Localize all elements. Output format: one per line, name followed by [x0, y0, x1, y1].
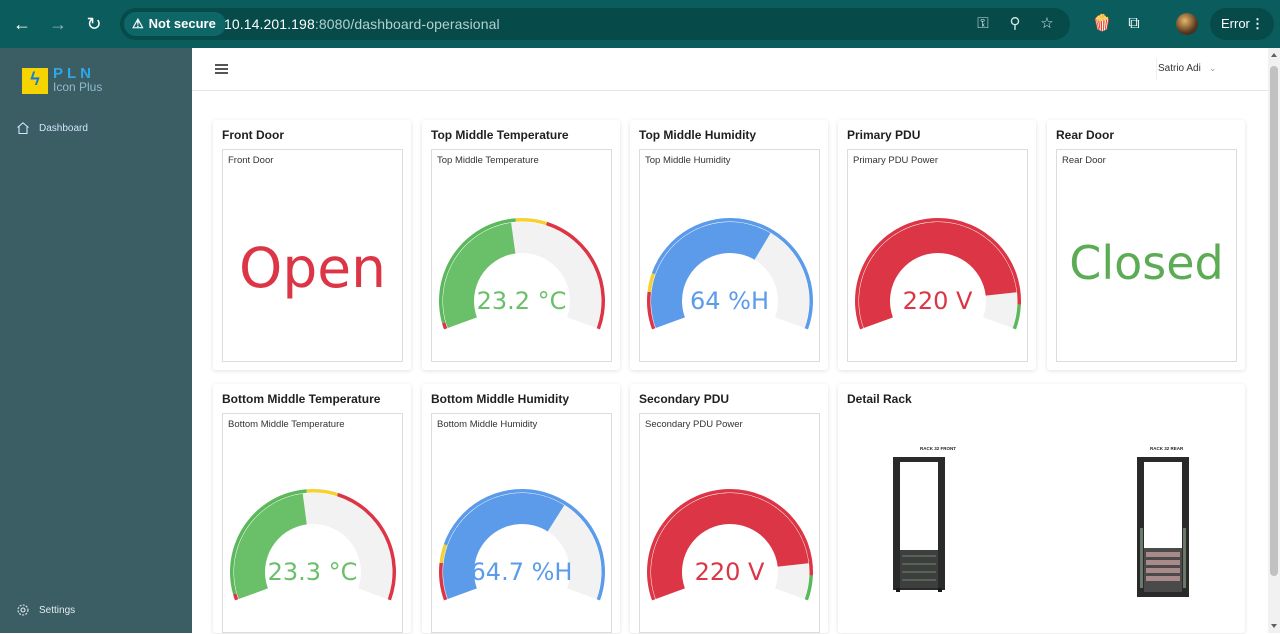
kebab-menu-icon[interactable]: ⋮ — [1251, 8, 1264, 40]
rack-rear-image — [1137, 457, 1189, 597]
lightning-icon: ϟ — [30, 69, 40, 89]
sidebar-item-label: Dashboard — [39, 122, 88, 134]
widget-panel: Primary PDU Power 220 V — [847, 149, 1028, 362]
zoom-icon[interactable]: ⚲ — [1006, 15, 1024, 33]
widget-panel: Front Door Open — [222, 149, 403, 362]
gauge-value-text: 23.2 °C — [476, 287, 567, 315]
rack-diagram: RACK 32 FRONT RACK 32 REAR — [893, 446, 1189, 597]
url-text[interactable]: 10.14.201.198:8080/dashboard-operasional — [224, 8, 500, 40]
gauge-value-text: 220 V — [694, 558, 765, 586]
widget-panel: Top Middle Humidity 64 %H — [639, 149, 820, 362]
gauge-chart — [439, 218, 605, 330]
card-bottom-middle-temperature: Bottom Middle Temperature Bottom Middle T… — [213, 384, 411, 633]
gauge-value-text: 64 %H — [689, 287, 770, 315]
url-host: 10.14.201.198 — [224, 16, 315, 32]
back-arrow-icon[interactable]: ← — [10, 12, 34, 36]
warning-triangle-icon: ⚠ — [132, 16, 144, 31]
gauge-chart — [647, 218, 813, 330]
detail-rack-card: Detail Rack RACK 32 FRONT RACK 32 REAR — [838, 384, 1245, 633]
card-top-middle-temperature: Top Middle Temperature Top Middle Tempera… — [422, 120, 620, 370]
divider — [1156, 58, 1157, 80]
rack-front-image — [893, 457, 945, 592]
profile-status-label: Error — [1221, 16, 1250, 31]
card-title: Bottom Middle Humidity — [431, 392, 569, 406]
logo-subtitle: Icon Plus — [53, 80, 103, 94]
card-title: Primary PDU — [847, 128, 921, 142]
address-bar[interactable]: ⚠ Not secure 10.14.201.198:8080/dashboar… — [120, 8, 1070, 40]
url-path: :8080/dashboard-operasional — [314, 16, 500, 32]
widget-title: Front Door — [228, 155, 274, 166]
sidebar-item-label: Settings — [39, 604, 76, 616]
card-bottom-middle-humidity: Bottom Middle Humidity Bottom Middle Humi… — [422, 384, 620, 633]
hamburger-menu-icon[interactable] — [215, 64, 228, 74]
scroll-down-arrow-icon[interactable] — [1271, 624, 1277, 628]
card-top-middle-humidity: Top Middle Humidity Top Middle Humidity 64… — [630, 120, 828, 370]
widget-title: Rear Door — [1062, 155, 1106, 166]
pln-logo[interactable]: ϟ PLN Icon Plus — [22, 65, 112, 96]
puzzle-extensions-icon[interactable]: ⧉ — [1122, 12, 1146, 36]
card-secondary-pdu: Secondary PDU Secondary PDU Power 220 V — [630, 384, 828, 633]
bookmark-star-icon[interactable]: ☆ — [1038, 15, 1056, 33]
sidebar: ϟ PLN Icon Plus Dashboard Settings — [0, 48, 192, 633]
key-icon[interactable]: ⚿ — [974, 15, 992, 33]
home-icon — [17, 122, 29, 135]
card-title: Front Door — [222, 128, 284, 142]
page-scrollbar[interactable] — [1268, 48, 1280, 633]
gauge-chart — [230, 489, 396, 601]
sidebar-item-dashboard[interactable]: Dashboard — [16, 118, 88, 138]
widget-panel: Bottom Middle Temperature 23.3 °C — [222, 413, 403, 633]
widget-panel: Bottom Middle Humidity 64.7 %H — [431, 413, 612, 633]
security-indicator[interactable]: ⚠ Not secure — [124, 12, 226, 36]
gauge-chart — [855, 218, 1021, 330]
profile-error-button[interactable]: Error ⋮ — [1210, 8, 1274, 40]
gauge-chart — [439, 489, 605, 601]
chevron-down-icon: ⌄ — [1208, 63, 1217, 73]
gauge-value-text: 220 V — [902, 287, 973, 315]
user-menu[interactable]: Satrio Adi ⌄ — [1158, 63, 1216, 74]
door-status-value: Closed — [1069, 236, 1224, 290]
reload-icon[interactable]: ↻ — [82, 12, 106, 36]
forward-arrow-icon[interactable]: → — [46, 12, 70, 36]
top-bar: Satrio Adi ⌄ — [192, 48, 1268, 91]
browser-toolbar: ← → ↻ ⚠ Not secure 10.14.201.198:8080/da… — [0, 0, 1280, 48]
extension-popcorn-icon[interactable]: 🍿 — [1090, 12, 1114, 36]
card-title: Rear Door — [1056, 128, 1115, 142]
widget-panel: Rear Door Closed — [1056, 149, 1237, 362]
door-status-value: Open — [239, 236, 386, 300]
card-primary-pdu: Primary PDU Primary PDU Power 220 V — [838, 120, 1036, 370]
gear-icon — [17, 604, 29, 616]
rack-rear-label: RACK 32 REAR — [1150, 446, 1184, 451]
security-label: Not secure — [148, 16, 216, 31]
profile-avatar[interactable] — [1176, 13, 1198, 35]
gauge-value-text: 64.7 %H — [470, 558, 573, 586]
scroll-up-arrow-icon[interactable] — [1271, 53, 1277, 57]
gauge-value-text: 23.3 °C — [267, 558, 358, 586]
sidebar-item-settings[interactable]: Settings — [16, 600, 75, 620]
rack-front-label: RACK 32 FRONT — [920, 446, 956, 451]
card-title: Top Middle Temperature — [431, 128, 569, 142]
card-title: Bottom Middle Temperature — [222, 392, 381, 406]
card-title: Secondary PDU — [639, 392, 730, 406]
user-name: Satrio Adi — [1158, 63, 1201, 74]
card-front-door: Front Door Front Door Open — [213, 120, 411, 370]
gauge-chart — [647, 489, 813, 601]
card-title: Top Middle Humidity — [639, 128, 757, 142]
widget-panel: Secondary PDU Power 220 V — [639, 413, 820, 633]
widget-panel: Top Middle Temperature 23.2 °C — [431, 149, 612, 362]
scrollbar-thumb[interactable] — [1270, 66, 1278, 576]
card-rear-door: Rear Door Rear Door Closed — [1047, 120, 1245, 370]
